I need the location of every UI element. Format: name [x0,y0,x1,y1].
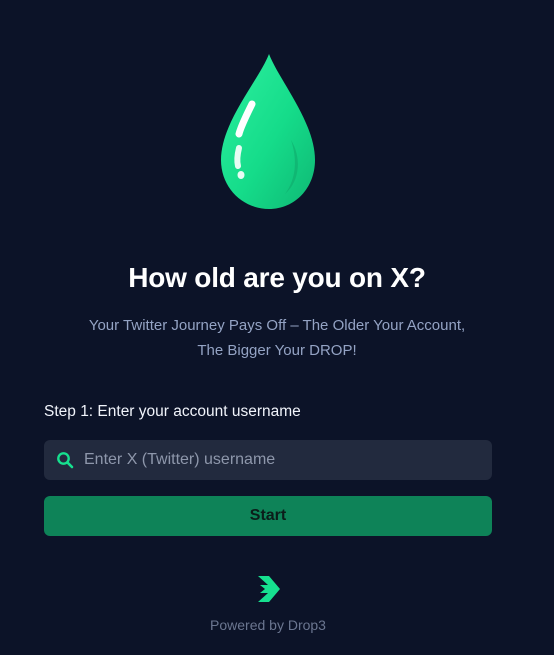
subtitle-line-2: The Bigger Your DROP! [197,342,357,359]
username-input[interactable] [84,440,484,480]
page-title: How old are you on X? [128,262,426,293]
username-search-box[interactable] [44,440,492,480]
subtitle-line-1: Your Twitter Journey Pays Off – The Olde… [88,317,466,334]
drop3-logo-icon [254,574,282,604]
step-label: Step 1: Enter your account username [44,403,301,420]
page-subtitle: Your Twitter Journey Pays Off – The Olde… [0,313,554,363]
water-drop-icon [219,52,319,212]
start-button[interactable]: Start [44,496,492,536]
powered-by-text: Powered by Drop3 [210,617,326,633]
search-icon [56,451,74,469]
